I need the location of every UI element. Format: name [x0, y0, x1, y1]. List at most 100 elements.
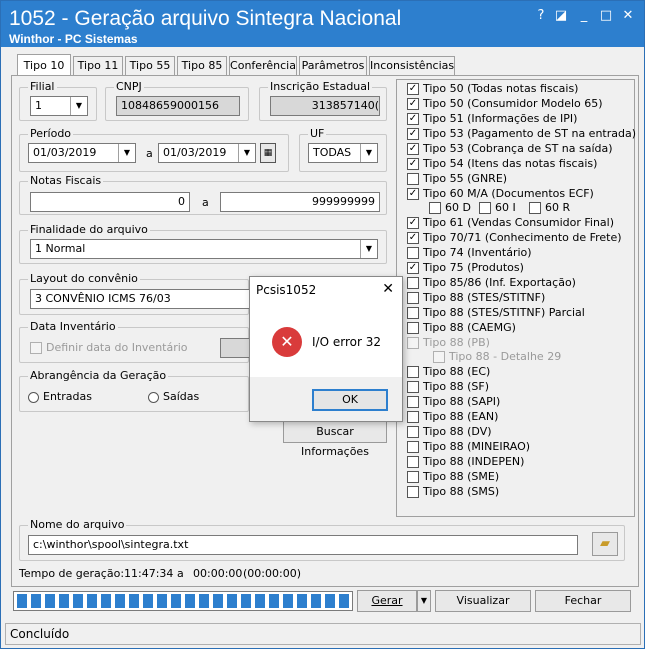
- chevron-down-icon[interactable]: ▼: [70, 97, 87, 115]
- checkbox-item[interactable]: Tipo 88 (STES/STITNF) Parcial: [407, 306, 585, 320]
- checkbox-label: Tipo 88 (MINEIRAO): [423, 440, 531, 453]
- checkbox-box: ✓: [407, 232, 419, 244]
- checkbox-box: [407, 322, 419, 334]
- finalidade-select[interactable]: 1 Normal ▼: [30, 239, 378, 259]
- arquivo-field[interactable]: c:\winthor\spool\sintegra.txt: [28, 535, 578, 555]
- checkbox-item[interactable]: Tipo 88 (SF): [407, 380, 489, 394]
- fechar-button[interactable]: Fechar: [535, 590, 631, 612]
- minimize-icon[interactable]: _: [575, 7, 593, 25]
- uf-select[interactable]: TODAS ▼: [308, 143, 378, 163]
- checkbox-item[interactable]: Tipo 88 (EC): [407, 365, 490, 379]
- checkbox-item[interactable]: ✓ Tipo 50 (Todas notas fiscais): [407, 82, 578, 96]
- checkbox-item-disabled: Tipo 88 (PB): [407, 336, 490, 350]
- ok-button[interactable]: OK: [312, 389, 388, 411]
- data-inventario-field[interactable]: [220, 338, 250, 358]
- maximize-icon[interactable]: □: [597, 7, 615, 25]
- progress-segment: [269, 594, 279, 608]
- tab-tipo-85[interactable]: Tipo 85: [177, 56, 227, 76]
- definir-data-checkbox[interactable]: Definir data do Inventário: [30, 341, 188, 355]
- layout-label: Layout do convênio: [28, 272, 140, 285]
- gerar-dropdown[interactable]: ▼: [417, 590, 431, 612]
- checkbox-item[interactable]: Tipo 88 (STES/STITNF): [407, 291, 545, 305]
- checkbox-item[interactable]: Tipo 88 (EAN): [407, 410, 498, 424]
- saidas-radio[interactable]: Saídas: [148, 390, 199, 403]
- chevron-down-icon[interactable]: ▼: [118, 144, 135, 162]
- cnpj-group: CNPJ 10848659000156: [105, 80, 249, 121]
- filial-label: Filial: [28, 80, 57, 93]
- inscricao-field[interactable]: 313857140(: [270, 96, 380, 116]
- edit-icon[interactable]: ◪: [552, 7, 570, 25]
- checkbox-box: [479, 202, 491, 214]
- checkbox-item[interactable]: Tipo 85/86 (Inf. Exportação): [407, 276, 576, 290]
- checkbox-item[interactable]: ✓ Tipo 60 M/A (Documentos ECF): [407, 187, 594, 201]
- checkbox-box: ✓: [407, 188, 419, 200]
- visualizar-button[interactable]: Visualizar: [435, 590, 531, 612]
- cnpj-field[interactable]: 10848659000156: [116, 96, 240, 116]
- progress-segment: [227, 594, 237, 608]
- tab-parametros[interactable]: Parâmetros: [299, 56, 367, 76]
- checkbox-item[interactable]: Tipo 74 (Inventário): [407, 246, 532, 260]
- calendar-icon[interactable]: ▦: [260, 143, 276, 163]
- chevron-down-icon[interactable]: ▼: [360, 240, 377, 258]
- checkbox-box: ✓: [407, 217, 419, 229]
- checkbox-label: Tipo 55 (GNRE): [423, 172, 508, 185]
- checkbox-label: Tipo 88 (DV): [423, 425, 492, 438]
- filial-value: 1: [35, 99, 42, 112]
- tempo-elapsed: (00:00:00): [243, 567, 301, 580]
- notas-to-field[interactable]: 999999999: [220, 192, 380, 212]
- folder-icon[interactable]: ▰: [592, 532, 618, 556]
- help-icon[interactable]: ?: [532, 7, 550, 25]
- chevron-down-icon[interactable]: ▼: [238, 144, 255, 162]
- tab-inconsistencias[interactable]: Inconsistências: [369, 56, 455, 76]
- progress-segment: [157, 594, 167, 608]
- checkbox-item[interactable]: Tipo 88 (INDEPEN): [407, 455, 524, 469]
- entradas-radio[interactable]: Entradas: [28, 390, 92, 403]
- checkbox-box: [407, 411, 419, 423]
- checkbox-item[interactable]: Tipo 88 (CAEMG): [407, 321, 516, 335]
- checkbox-item[interactable]: ✓ Tipo 61 (Vendas Consumidor Final): [407, 216, 614, 230]
- close-icon[interactable]: ✕: [382, 281, 394, 297]
- checkbox-item[interactable]: Tipo 88 (SMS): [407, 485, 499, 499]
- checkbox-item[interactable]: Tipo 88 (SAPI): [407, 395, 500, 409]
- checkbox-item[interactable]: Tipo 88 (SME): [407, 470, 499, 484]
- checkbox-box: ✓: [407, 262, 419, 274]
- checkbox-item[interactable]: Tipo 55 (GNRE): [407, 172, 507, 186]
- checkbox-box: ✓: [407, 143, 419, 155]
- tab-tipo-10[interactable]: Tipo 10: [17, 54, 71, 77]
- close-icon[interactable]: ✕: [619, 7, 637, 25]
- filial-select[interactable]: 1 ▼: [30, 96, 88, 116]
- finalidade-label: Finalidade do arquivo: [28, 223, 150, 236]
- radio-circle: [28, 391, 39, 403]
- periodo-from-field[interactable]: 01/03/2019 ▼: [28, 143, 136, 163]
- checkbox-60d[interactable]: 60 D: [429, 201, 471, 215]
- checkbox-item[interactable]: Tipo 88 (DV): [407, 425, 492, 439]
- checkbox-item[interactable]: ✓ Tipo 54 (Itens das notas fiscais): [407, 157, 597, 171]
- checkbox-item[interactable]: ✓ Tipo 50 (Consumidor Modelo 65): [407, 97, 603, 111]
- dialog-footer: OK: [250, 377, 402, 421]
- chevron-down-icon[interactable]: ▼: [360, 144, 377, 162]
- checkbox-item[interactable]: ✓ Tipo 53 (Cobrança de ST na saída): [407, 142, 613, 156]
- tab-tipo-11[interactable]: Tipo 11: [73, 56, 123, 76]
- abrangencia-label: Abrangência da Geração: [28, 369, 169, 382]
- checkbox-60i[interactable]: 60 I: [479, 201, 516, 215]
- checkbox-item[interactable]: ✓ Tipo 53 (Pagamento de ST na entrada): [407, 127, 636, 141]
- checkbox-60r[interactable]: 60 R: [529, 201, 570, 215]
- notas-from-field[interactable]: 0: [30, 192, 190, 212]
- gerar-button[interactable]: Gerar: [357, 590, 417, 612]
- checkbox-item[interactable]: Tipo 88 (MINEIRAO): [407, 440, 530, 454]
- tab-conferencia[interactable]: Conferência: [229, 56, 297, 76]
- tab-tipo-55[interactable]: Tipo 55: [125, 56, 175, 76]
- checkbox-item[interactable]: ✓ Tipo 75 (Produtos): [407, 261, 524, 275]
- buscar-informacoes-button[interactable]: Buscar Informações: [283, 421, 387, 458]
- error-dialog: Pcsis1052 ✕ ✕ I/O error 32 OK: [249, 276, 403, 422]
- progress-segment: [255, 594, 265, 608]
- checkbox-item[interactable]: ✓ Tipo 51 (Informações de IPI): [407, 112, 577, 126]
- checkbox-label: Tipo 54 (Itens das notas fiscais): [423, 157, 598, 170]
- checkbox-item[interactable]: ✓ Tipo 70/71 (Conhecimento de Frete): [407, 231, 622, 245]
- checkbox-box: [407, 381, 419, 393]
- title-bar[interactable]: 1052 - Geração arquivo Sintegra Nacional…: [1, 1, 644, 47]
- checkbox-box: ✓: [407, 98, 419, 110]
- periodo-to-field[interactable]: 01/03/2019 ▼: [158, 143, 256, 163]
- uf-group: UF TODAS ▼: [299, 127, 387, 172]
- layout-select[interactable]: 3 CONVÊNIO ICMS 76/03: [30, 289, 250, 309]
